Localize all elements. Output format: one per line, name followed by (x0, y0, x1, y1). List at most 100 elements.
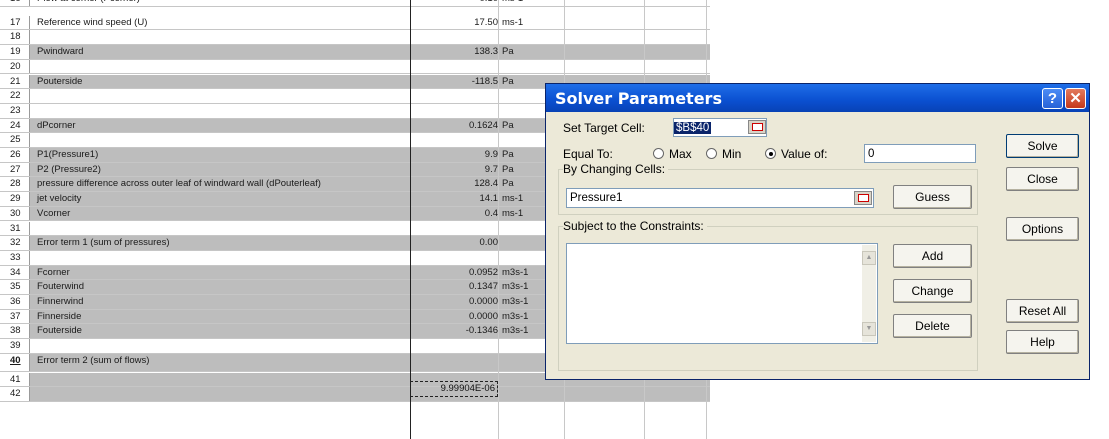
cell-unit[interactable]: ms-1 (502, 16, 523, 30)
cell-label[interactable]: Error term 1 (sum of pressures) (37, 236, 170, 250)
row-number[interactable]: 26 (0, 148, 30, 162)
changing-cells-field[interactable]: Pressure1 (566, 188, 874, 208)
cell-unit[interactable]: ms-1 (502, 0, 523, 6)
row-number[interactable]: 19 (0, 45, 30, 59)
sheet-row[interactable]: 19 Pwindward 138.3 Pa (0, 45, 710, 60)
cell-value[interactable]: 0.1624 (410, 119, 498, 133)
collapse-dialog-icon[interactable] (854, 191, 872, 205)
cell-unit[interactable]: Pa (502, 177, 514, 191)
row-number[interactable]: 24 (0, 118, 30, 133)
cell-label[interactable]: Finnerside (37, 310, 81, 324)
close-icon[interactable]: ✕ (1065, 88, 1086, 109)
cell-label[interactable]: Error term 2 (sum of flows) (37, 354, 149, 368)
cell-value[interactable]: 138.3 (410, 45, 498, 59)
cell-value[interactable]: 0.0952 (410, 266, 498, 280)
constraints-list[interactable]: ▲ ▼ (566, 243, 878, 344)
cell-label[interactable]: Pwindward (37, 45, 83, 59)
cell-value[interactable]: 14.1 (410, 192, 499, 206)
help-button[interactable]: Help (1006, 330, 1079, 354)
value-of-field[interactable]: 0 (864, 144, 976, 163)
cell-unit[interactable]: m3s-1 (502, 324, 528, 338)
row-number[interactable]: 31 (0, 221, 30, 236)
cell-unit[interactable]: m3s-1 (502, 280, 528, 294)
row-number[interactable]: 23 (0, 103, 30, 118)
guess-button[interactable]: Guess (893, 185, 972, 209)
scroll-down-icon[interactable]: ▼ (862, 322, 876, 336)
cell-label[interactable]: dPcorner (37, 119, 76, 133)
cell-unit[interactable]: m3s-1 (502, 310, 528, 324)
row-number[interactable]: 28 (0, 177, 30, 192)
delete-button[interactable]: Delete (893, 314, 972, 338)
row-number[interactable]: 21 (0, 74, 30, 89)
close-button[interactable]: Close (1006, 167, 1079, 191)
row-number[interactable]: 32 (0, 236, 30, 250)
row-number[interactable]: 38 (0, 324, 30, 339)
row-number[interactable]: 22 (0, 89, 30, 103)
reset-all-button[interactable]: Reset All (1006, 299, 1079, 323)
cell-value[interactable]: 0.4 (410, 207, 498, 221)
cell-value[interactable]: 17.50 (410, 16, 498, 30)
cell-label[interactable]: Plow at corner (Pcorner) (37, 0, 140, 6)
cell-value[interactable]: -0.1346 (410, 324, 498, 338)
cell-unit[interactable]: m3s-1 (502, 295, 528, 309)
row-number[interactable]: 42 (0, 387, 30, 401)
selected-cell-b40[interactable]: 9.99904E-06 (410, 381, 498, 397)
value-of-radio[interactable] (765, 148, 776, 159)
collapse-dialog-icon[interactable] (748, 120, 766, 134)
cell-unit[interactable]: ms-1 (502, 192, 523, 206)
cell-label[interactable]: pressure difference across outer leaf of… (37, 177, 321, 191)
cell-unit[interactable]: Pa (502, 119, 514, 133)
cell-unit[interactable]: ms-1 (502, 207, 523, 221)
row-number[interactable]: 35 (0, 280, 30, 294)
cell-label[interactable]: Finnerwind (37, 295, 83, 309)
cell-unit[interactable]: Pa (502, 75, 514, 89)
row-number[interactable]: 34 (0, 265, 30, 280)
cell-label[interactable]: Fouterwind (37, 280, 84, 294)
cell-label[interactable]: Pouterside (37, 75, 82, 89)
row-number[interactable]: 16 (0, 0, 30, 6)
max-radio[interactable] (653, 148, 664, 159)
change-button[interactable]: Change (893, 279, 972, 303)
sheet-row[interactable]: 20 (0, 59, 710, 75)
cell-label[interactable]: Vcorner (37, 207, 70, 221)
cell-value[interactable]: 0.0000 (410, 295, 498, 309)
row-number[interactable]: 40 (0, 353, 30, 371)
cell-label[interactable]: Reference wind speed (U) (37, 16, 147, 30)
row-number[interactable]: 29 (0, 192, 30, 206)
row-number[interactable]: 25 (0, 133, 30, 147)
sheet-row[interactable]: 18 (0, 30, 710, 46)
cell-value[interactable]: 9.7 (410, 163, 498, 177)
row-number[interactable]: 36 (0, 295, 30, 309)
row-number[interactable]: 18 (0, 30, 30, 45)
cell-unit[interactable]: Pa (502, 45, 514, 59)
scroll-up-icon[interactable]: ▲ (862, 251, 876, 265)
cell-label[interactable]: jet velocity (37, 192, 81, 206)
cell-value[interactable]: 0.00 (410, 236, 499, 250)
row-number[interactable]: 17 (0, 15, 30, 30)
cell-value[interactable]: 0.1347 (410, 280, 498, 294)
sheet-row[interactable]: 17 Reference wind speed (U) 17.50 ms-1 (0, 15, 710, 31)
cell-value[interactable]: 0.10 (410, 0, 499, 6)
row-number[interactable]: 41 (0, 372, 30, 387)
cell-label[interactable]: P2 (Pressure2) (37, 163, 101, 177)
cell-label[interactable]: Fcorner (37, 266, 70, 280)
add-button[interactable]: Add (893, 244, 972, 268)
cell-value[interactable]: 128.4 (410, 177, 498, 191)
row-number[interactable]: 20 (0, 59, 30, 74)
cell-label[interactable]: Fouterside (37, 324, 82, 338)
options-button[interactable]: Options (1006, 217, 1079, 241)
row-number[interactable]: 37 (0, 309, 30, 324)
dialog-titlebar[interactable]: Solver Parameters ? ✕ (546, 84, 1089, 112)
cell-unit[interactable]: m3s-1 (502, 266, 528, 280)
row-number[interactable]: 30 (0, 206, 30, 221)
row-number[interactable]: 33 (0, 250, 30, 265)
sheet-row[interactable]: 42 (0, 387, 710, 402)
constraints-scrollbar[interactable]: ▲ ▼ (862, 245, 876, 342)
cell-label[interactable]: P1(Pressure1) (37, 148, 98, 162)
min-radio[interactable] (706, 148, 717, 159)
cell-unit[interactable]: Pa (502, 148, 514, 162)
help-question-icon[interactable]: ? (1042, 88, 1063, 109)
row-number[interactable]: 27 (0, 162, 30, 177)
cell-value[interactable]: -118.5 (410, 75, 498, 89)
cell-value[interactable]: 9.9 (410, 148, 498, 162)
